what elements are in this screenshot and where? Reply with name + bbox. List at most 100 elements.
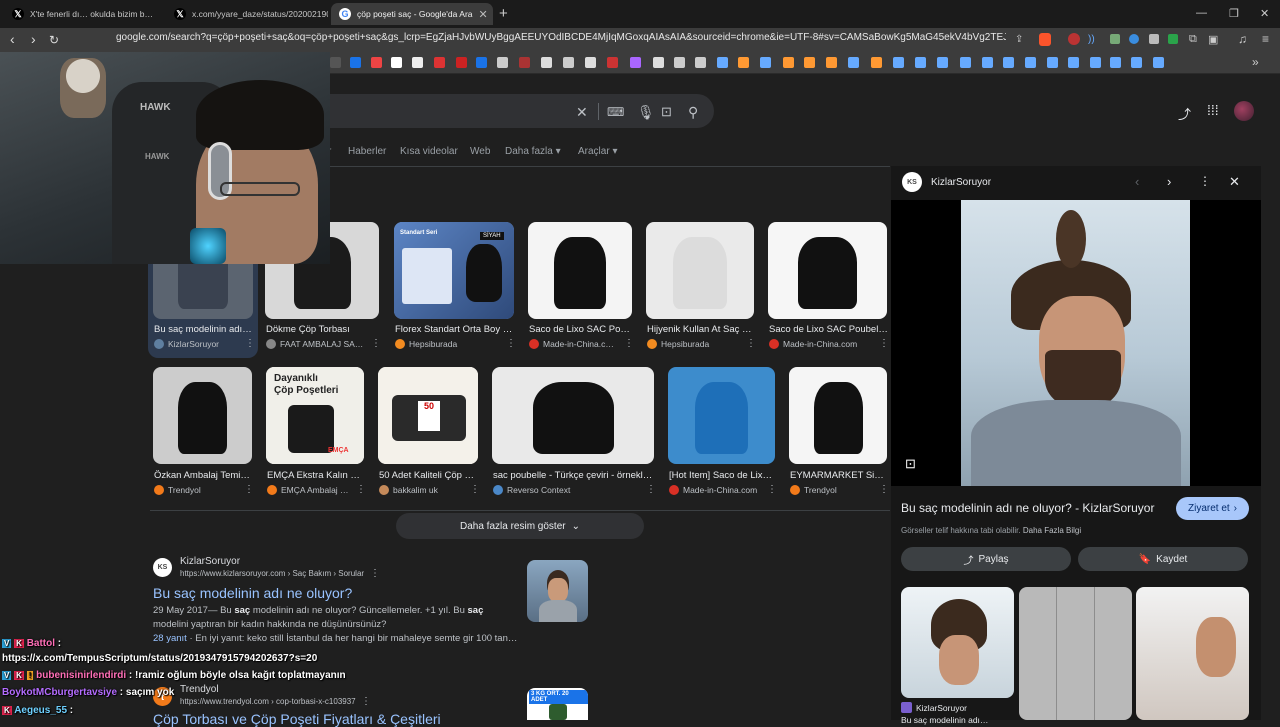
lens-icon[interactable]: ⊡ xyxy=(905,456,916,472)
image-result-source[interactable]: Made-in-China.c… xyxy=(529,339,614,349)
bookmark-favicon-icon[interactable] xyxy=(804,57,815,68)
image-result-caption[interactable]: EMÇA Ekstra Kalın … xyxy=(267,470,367,481)
bookmark-favicon-icon[interactable] xyxy=(1047,57,1058,68)
bookmark-favicon-icon[interactable] xyxy=(585,57,596,68)
result-thumbnail[interactable] xyxy=(527,560,588,622)
image-result-caption[interactable]: [Hot Item] Saco de Lix… xyxy=(669,470,778,481)
menu-icon[interactable]: ≡ xyxy=(1262,32,1269,46)
image-result-thumbnail[interactable] xyxy=(768,222,887,319)
forward-icon[interactable]: › xyxy=(31,31,36,47)
image-result-menu-icon[interactable]: ⋮ xyxy=(506,338,516,349)
bookmark-favicon-icon[interactable] xyxy=(1090,57,1101,68)
bookmark-favicon-icon[interactable] xyxy=(982,57,993,68)
image-result-source[interactable]: bakkalim uk xyxy=(379,485,438,495)
image-result-source[interactable]: Hepsiburada xyxy=(395,339,457,349)
more-info-link[interactable]: Daha Fazla Bilgi xyxy=(1023,526,1081,535)
bookmark-favicon-icon[interactable] xyxy=(960,57,971,68)
related-image[interactable] xyxy=(1136,587,1249,720)
image-result-thumbnail[interactable] xyxy=(528,222,632,319)
next-image-icon[interactable]: › xyxy=(1167,174,1171,189)
image-result-caption[interactable]: Saco de Lixo SAC Poubel… xyxy=(769,324,890,335)
result-menu-icon[interactable]: ⋮ xyxy=(370,568,380,579)
close-panel-icon[interactable]: ✕ xyxy=(1229,174,1240,190)
media-icon[interactable]: ♫ xyxy=(1238,32,1247,46)
extension-icon[interactable] xyxy=(1110,34,1120,44)
image-result-menu-icon[interactable]: ⋮ xyxy=(371,338,381,349)
bookmark-favicon-icon[interactable] xyxy=(893,57,904,68)
result-url[interactable]: https://www.kizlarsoruyor.com › Saç Bakı… xyxy=(180,569,364,578)
image-result-source[interactable]: Made-in-China.com xyxy=(769,339,857,349)
image-result-source[interactable]: Hepsiburada xyxy=(647,339,709,349)
bookmark-favicon-icon[interactable] xyxy=(1025,57,1036,68)
extension-icon[interactable] xyxy=(1129,34,1139,44)
image-result-caption[interactable]: Dökme Çöp Torbası xyxy=(266,324,382,335)
image-result-menu-icon[interactable]: ⋮ xyxy=(767,484,777,495)
bookmark-favicon-icon[interactable] xyxy=(653,57,664,68)
bookmark-favicon-icon[interactable] xyxy=(391,57,402,68)
image-result-menu-icon[interactable]: ⋮ xyxy=(624,338,634,349)
back-icon[interactable]: ‹ xyxy=(10,31,15,47)
image-result-thumbnail[interactable] xyxy=(668,367,775,464)
image-result-menu-icon[interactable]: ⋮ xyxy=(879,338,889,349)
sidepanel-icon[interactable]: ▣ xyxy=(1208,33,1218,46)
image-result-source[interactable]: KizlarSoruyor xyxy=(154,339,219,349)
extensions-puzzle-icon[interactable]: ⧉ xyxy=(1189,33,1197,46)
clear-search-icon[interactable]: ✕ xyxy=(576,104,588,121)
panel-title[interactable]: Bu saç modelinin adı ne oluyor? - Kizlar… xyxy=(901,501,1154,515)
extension-icon[interactable] xyxy=(1168,34,1178,44)
bookmark-favicon-icon[interactable] xyxy=(456,57,467,68)
image-result-source[interactable]: Trendyol xyxy=(790,485,837,495)
extension-icon[interactable] xyxy=(1149,34,1159,44)
image-result-thumbnail[interactable] xyxy=(646,222,754,319)
bookmark-favicon-icon[interactable] xyxy=(1068,57,1079,68)
brave-shield-icon[interactable] xyxy=(1039,33,1051,46)
search-icon[interactable]: ⚲ xyxy=(688,104,698,121)
minimize-icon[interactable]: — xyxy=(1196,7,1207,19)
filter-tab-tools[interactable]: Araçlar ▾ xyxy=(578,146,618,157)
filter-tab-web[interactable]: Web xyxy=(470,146,490,157)
image-result-menu-icon[interactable]: ⋮ xyxy=(470,484,480,495)
image-result-caption[interactable]: Hijyenik Kullan At Saç … xyxy=(647,324,757,335)
image-result-menu-icon[interactable]: ⋮ xyxy=(879,484,889,495)
bookmark-favicon-icon[interactable] xyxy=(738,57,749,68)
apps-grid-icon[interactable]: ⁞⁞⁞ xyxy=(1207,102,1219,118)
image-result-caption[interactable]: EYMARMARKET Si… xyxy=(790,470,890,481)
new-tab-button[interactable]: + xyxy=(499,5,508,22)
image-result-menu-icon[interactable]: ⋮ xyxy=(245,338,255,349)
share-page-icon[interactable]: ⇪ xyxy=(1015,34,1023,45)
bookmark-favicon-icon[interactable] xyxy=(1003,57,1014,68)
bookmark-favicon-icon[interactable] xyxy=(607,57,618,68)
bookmark-favicon-icon[interactable] xyxy=(412,57,423,68)
tab-1[interactable]: 𝕏 X'te fenerli dı… okulda bizim b… xyxy=(4,3,164,25)
related-caption[interactable]: Bu saç modelinin adı… xyxy=(901,715,988,725)
bookmarks-overflow-icon[interactable]: » xyxy=(1252,55,1259,69)
filter-tab-more[interactable]: Daha fazla ▾ xyxy=(505,146,561,157)
bookmark-favicon-icon[interactable] xyxy=(717,57,728,68)
prev-image-icon[interactable]: ‹ xyxy=(1135,174,1139,189)
bookmark-favicon-icon[interactable] xyxy=(760,57,771,68)
image-result-caption[interactable]: sac poubelle - Türkçe çeviri - örnekl… xyxy=(493,470,657,481)
visit-button[interactable]: Ziyaret et › xyxy=(1176,497,1249,520)
keyboard-icon[interactable]: ⌨ xyxy=(607,105,624,119)
more-options-icon[interactable]: ⋮ xyxy=(1199,174,1211,188)
reload-icon[interactable]: ↻ xyxy=(49,33,59,47)
maximize-icon[interactable]: ❐ xyxy=(1229,7,1239,20)
bookmark-favicon-icon[interactable] xyxy=(1153,57,1164,68)
bookmark-favicon-icon[interactable] xyxy=(937,57,948,68)
bookmark-favicon-icon[interactable] xyxy=(497,57,508,68)
bookmark-favicon-icon[interactable] xyxy=(371,57,382,68)
extension-icon[interactable] xyxy=(1068,33,1080,45)
bookmark-favicon-icon[interactable] xyxy=(826,57,837,68)
bookmark-favicon-icon[interactable] xyxy=(871,57,882,68)
image-result-source[interactable]: FAAT AMBALAJ SA… xyxy=(266,339,363,349)
bookmark-favicon-icon[interactable] xyxy=(915,57,926,68)
share-icon[interactable]: ⤴ xyxy=(1178,104,1191,123)
avatar[interactable] xyxy=(1234,101,1254,121)
bookmark-favicon-icon[interactable] xyxy=(848,57,859,68)
bookmark-favicon-icon[interactable] xyxy=(541,57,552,68)
bookmark-favicon-icon[interactable] xyxy=(519,57,530,68)
image-result-menu-icon[interactable]: ⋮ xyxy=(646,484,656,495)
extension-icon[interactable]: )) xyxy=(1088,34,1095,45)
panel-source-name[interactable]: KizlarSoruyor xyxy=(931,177,991,188)
image-result-thumbnail[interactable] xyxy=(153,367,252,464)
